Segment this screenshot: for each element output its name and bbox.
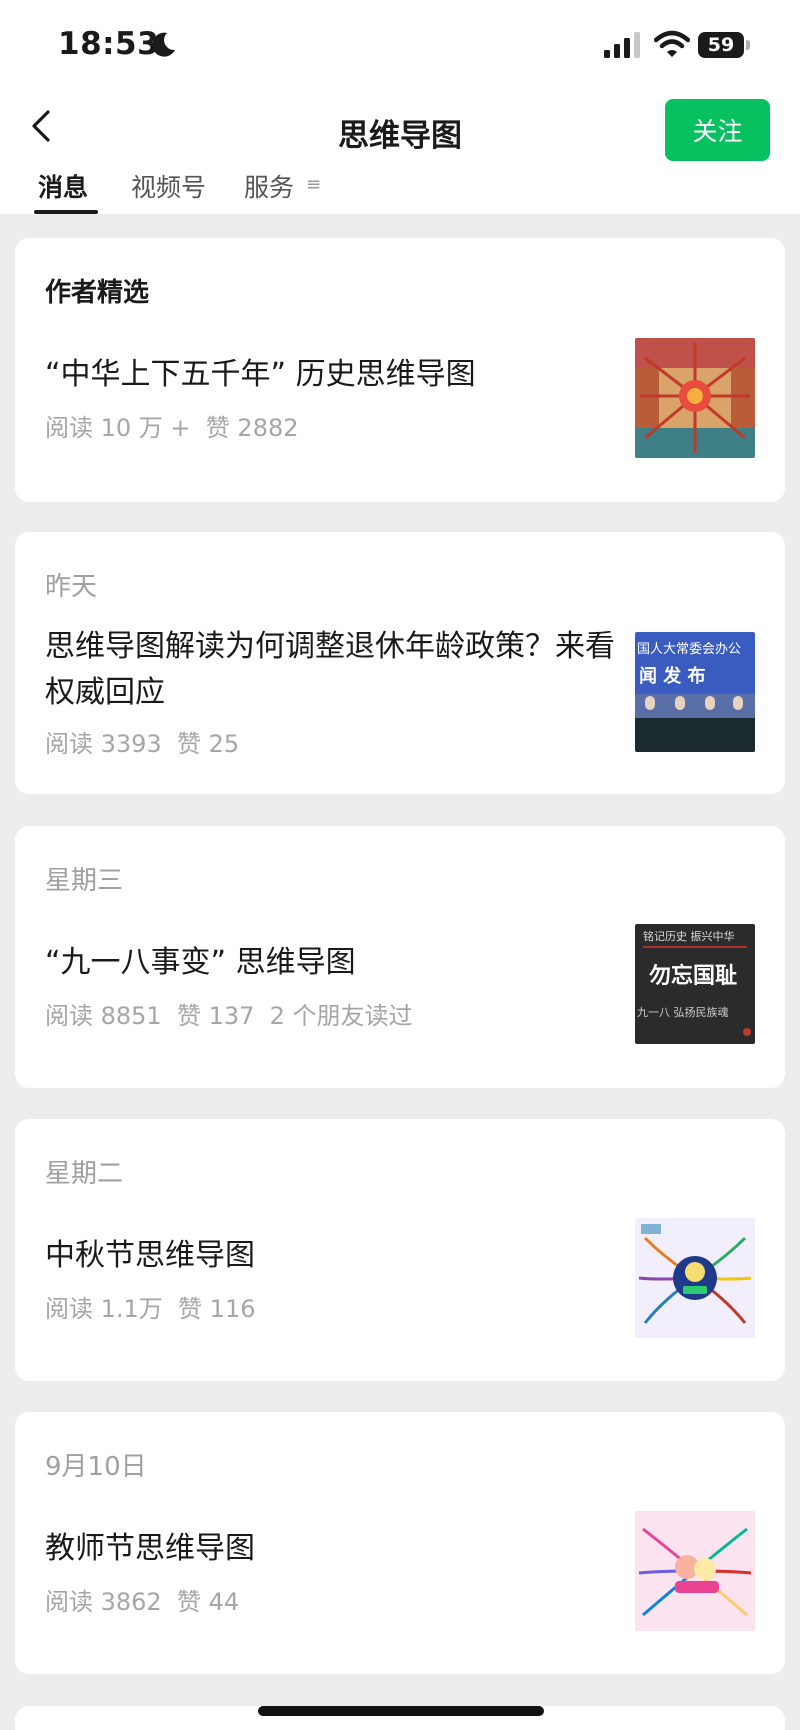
status-time: 18:53 <box>58 26 160 62</box>
home-indicator[interactable] <box>258 1706 544 1716</box>
article-meta: 阅读 8851 赞 137 2 个朋友读过 <box>45 1002 413 1030</box>
menu-lines-icon[interactable]: ≡ <box>306 174 321 195</box>
history-map-thumbnail[interactable] <box>635 338 755 458</box>
card-heading: 作者精选 <box>45 278 150 308</box>
follow-button[interactable]: 关注 <box>665 99 770 161</box>
thumb-caption: 闻 发 布 <box>639 666 706 687</box>
article-card[interactable]: 9月10日 教师节思维导图 阅读 3862 赞 44 <box>15 1412 785 1674</box>
article-card[interactable]: 作者精选 “中华上下五千年” 历史思维导图 阅读 10 万 + 赞 2882 <box>15 238 785 502</box>
tab-services[interactable]: 服务 <box>244 168 294 204</box>
tab-bar: 消息 视频号 服务 ≡ <box>0 168 800 214</box>
card-date: 星期二 <box>45 1159 124 1189</box>
card-date: 9月10日 <box>45 1452 147 1482</box>
article-meta: 阅读 10 万 + 赞 2882 <box>45 414 299 442</box>
article-card[interactable]: 星期二 中秋节思维导图 阅读 1.1万 赞 116 <box>15 1119 785 1381</box>
card-date: 星期三 <box>45 866 124 896</box>
battery-icon: 59 <box>698 32 750 58</box>
article-title[interactable]: “中华上下五千年” 历史思维导图 <box>45 352 635 398</box>
article-card[interactable]: 星期三 “九一八事变” 思维导图 阅读 8851 赞 137 2 个朋友读过 铭… <box>15 826 785 1088</box>
header: 18:53 59 思维导图 关注 消息 视频号 服务 ≡ <box>0 0 800 214</box>
article-meta: 阅读 3393 赞 25 <box>45 730 240 758</box>
article-title[interactable]: 思维导图解读为何调整退休年龄政策？来看权威回应 <box>45 624 635 716</box>
tab-channels[interactable]: 视频号 <box>131 168 206 204</box>
teachers-day-mindmap-thumbnail[interactable] <box>635 1511 755 1631</box>
status-bar: 18:53 59 <box>0 0 800 92</box>
thumb-caption: 国人大常委会办公 <box>637 642 742 657</box>
article-meta: 阅读 1.1万 赞 116 <box>45 1295 256 1323</box>
battery-level: 59 <box>698 32 744 58</box>
article-title[interactable]: 中秋节思维导图 <box>45 1233 635 1279</box>
moon-icon <box>152 32 175 57</box>
article-meta: 阅读 3862 赞 44 <box>45 1588 240 1616</box>
signal-icon <box>604 32 640 58</box>
active-tab-indicator <box>34 210 98 214</box>
thumb-caption: 勿忘国耻 <box>649 964 738 989</box>
card-date: 昨天 <box>45 572 98 602</box>
thumb-caption: 九一八 弘扬民族魂 <box>637 1006 729 1019</box>
press-conference-thumbnail[interactable]: 国人大常委会办公 闻 发 布 <box>635 632 755 752</box>
article-title[interactable]: 教师节思维导图 <box>45 1526 635 1572</box>
wifi-icon <box>654 30 690 57</box>
nav-bar: 思维导图 关注 <box>0 92 800 170</box>
tab-messages[interactable]: 消息 <box>38 168 88 204</box>
thumb-caption: 铭记历史 振兴中华 <box>643 930 735 943</box>
article-card[interactable]: 昨天 思维导图解读为何调整退休年龄政策？来看权威回应 阅读 3393 赞 25 … <box>15 532 785 794</box>
article-title[interactable]: “九一八事变” 思维导图 <box>45 940 635 986</box>
remember-history-thumbnail[interactable]: 铭记历史 振兴中华 勿忘国耻 九一八 弘扬民族魂 <box>635 924 755 1044</box>
mid-autumn-mindmap-thumbnail[interactable] <box>635 1218 755 1338</box>
